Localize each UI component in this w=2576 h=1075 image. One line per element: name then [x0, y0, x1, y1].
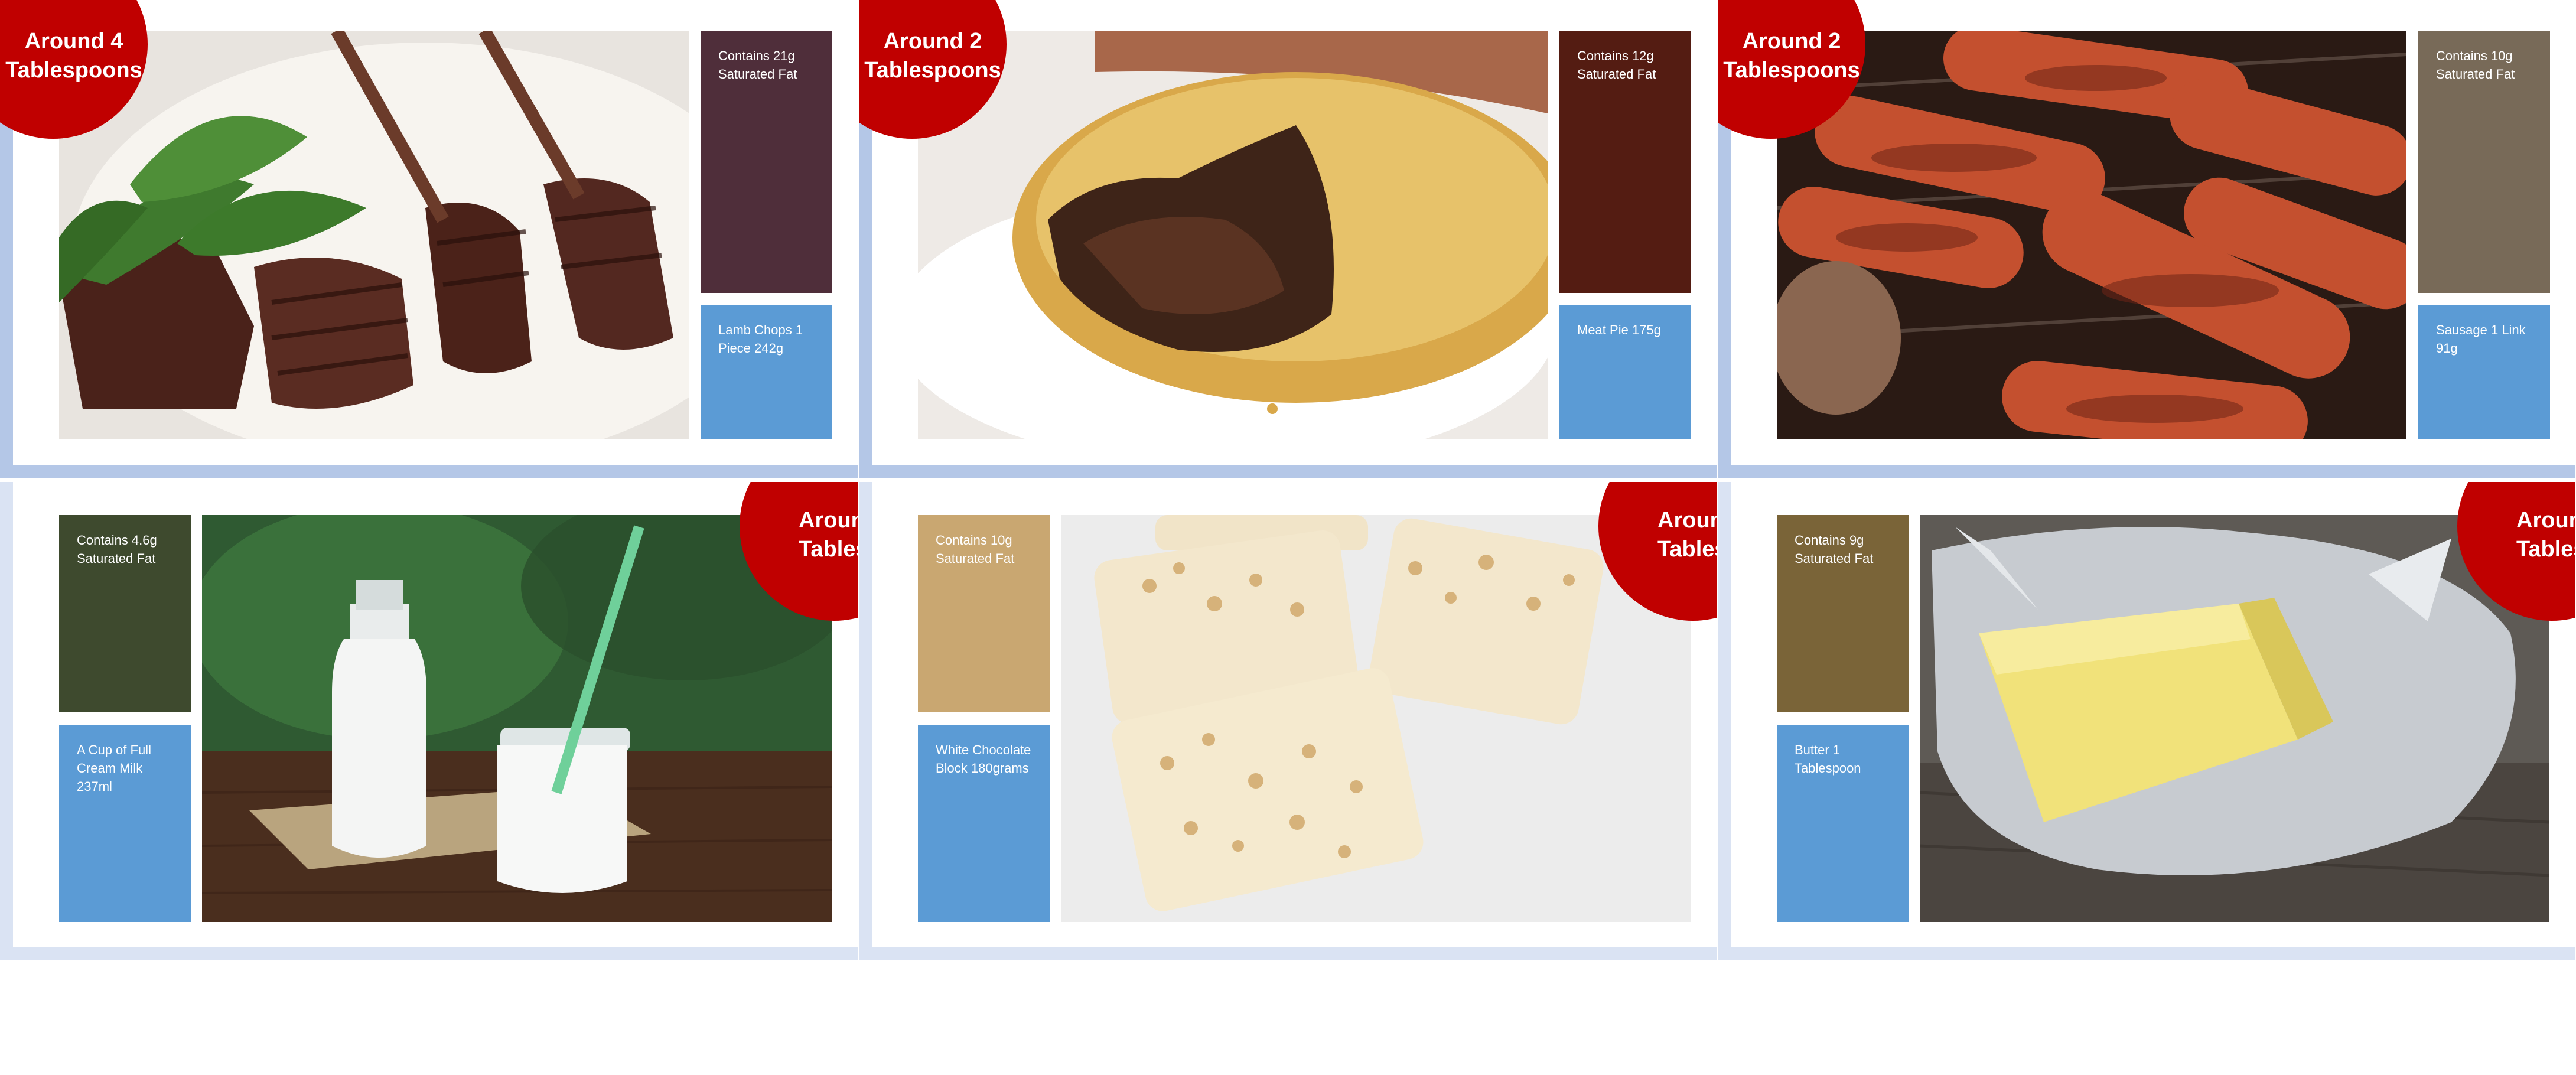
food-card-milk: Contains 4.6g Saturated Fat A Cup of Ful… — [0, 482, 858, 960]
card-frame-left — [1718, 482, 1731, 960]
food-card-butter: Contains 9g Saturated Fat Butter 1 Table… — [1718, 482, 2575, 960]
food-item-box: Sausage 1 Link 91g — [2418, 305, 2550, 439]
badge-unit: Tablespoons — [1657, 537, 1717, 562]
food-item-box: Meat Pie 175g — [1559, 305, 1691, 439]
card-frame-bottom — [0, 465, 858, 478]
food-item-box: A Cup of Full Cream Milk 237ml — [59, 725, 191, 922]
saturated-fat-box: Contains 10g Saturated Fat — [918, 515, 1050, 712]
badge-unit: Tablespoons — [2516, 537, 2575, 562]
saturated-fat-box: Contains 12g Saturated Fat — [1559, 31, 1691, 293]
card-frame-left — [859, 482, 872, 960]
card-frame-bottom — [1718, 465, 2575, 478]
food-item-box: Butter 1 Tablespoon — [1777, 725, 1909, 922]
food-card-white-chocolate: Contains 10g Saturated Fat White Chocola… — [859, 482, 1717, 960]
saturated-fat-box: Contains 9g Saturated Fat — [1777, 515, 1909, 712]
card-frame-bottom — [859, 465, 1717, 478]
badge-amount: Around 4 — [1657, 507, 1717, 533]
meat-pie-photo — [918, 31, 1548, 439]
badge-unit: Tablespoons — [1723, 58, 1860, 83]
butter-photo — [1920, 515, 2549, 922]
card-frame-bottom — [1718, 947, 2575, 960]
badge-unit: Tablespoons — [864, 58, 1001, 83]
food-card-sausage: Contains 10g Saturated Fat Sausage 1 Lin… — [1718, 0, 2575, 478]
lamb-chops-photo — [59, 31, 689, 439]
milk-photo — [202, 515, 832, 922]
badge-amount: Around 4 — [24, 28, 123, 54]
food-card-lamb-chops: Contains 21g Saturated Fat Lamb Chops 1 … — [0, 0, 858, 478]
badge-unit: Tablespoons — [5, 58, 142, 83]
card-frame-left — [0, 482, 13, 960]
saturated-fat-box: Contains 21g Saturated Fat — [701, 31, 832, 293]
food-item-box: Lamb Chops 1 Piece 242g — [701, 305, 832, 439]
badge-amount: Around 2 — [2516, 507, 2575, 533]
saturated-fat-box: Contains 4.6g Saturated Fat — [59, 515, 191, 712]
white-chocolate-photo — [1061, 515, 1691, 922]
badge-amount: Around 2 — [883, 28, 982, 54]
card-frame-bottom — [0, 947, 858, 960]
sausages-photo — [1777, 31, 2406, 439]
food-card-meat-pie: Contains 12g Saturated Fat Meat Pie 175g… — [859, 0, 1717, 478]
card-frame-bottom — [859, 947, 1717, 960]
badge-unit: Tablespoon — [799, 537, 858, 562]
saturated-fat-box: Contains 10g Saturated Fat — [2418, 31, 2550, 293]
badge-amount: Around 2 — [1742, 28, 1841, 54]
food-item-box: White Chocolate Block 180grams — [918, 725, 1050, 922]
badge-amount: Around 1 — [799, 507, 858, 533]
